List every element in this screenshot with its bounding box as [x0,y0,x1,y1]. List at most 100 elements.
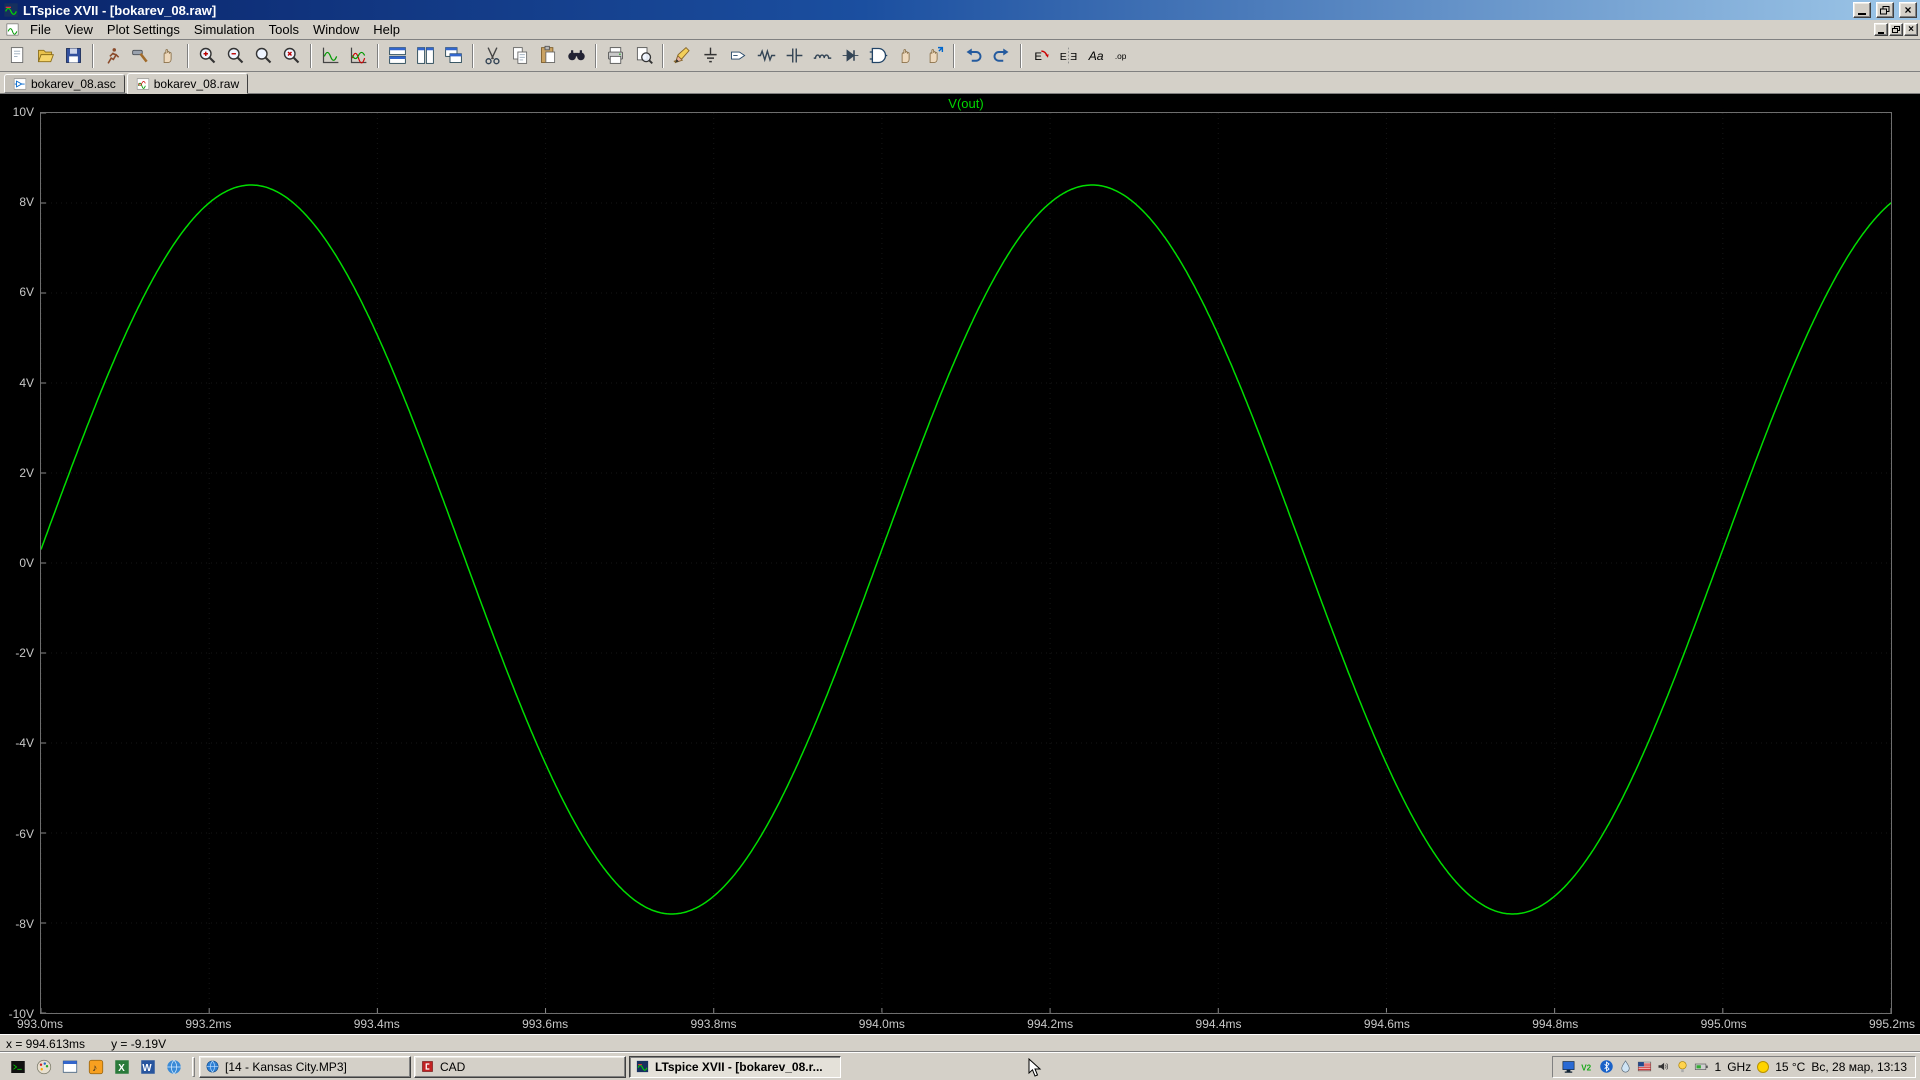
display-icon[interactable] [1561,1059,1576,1074]
restore-button[interactable] [1876,2,1894,18]
battery-icon[interactable] [1694,1059,1709,1074]
zoom-out-button[interactable] [222,43,249,69]
schematic-icon [13,77,27,91]
menu-tools[interactable]: Tools [262,20,306,39]
resistor-button[interactable] [753,43,780,69]
document-system-icon[interactable] [5,22,20,37]
menu-simulation[interactable]: Simulation [187,20,262,39]
mdi-restore-button[interactable] [1889,23,1903,36]
component-button[interactable] [865,43,892,69]
tile-horizontal-button[interactable] [384,43,411,69]
tab-bokarev-08-asc[interactable]: bokarev_08.asc [4,74,125,93]
menu-view[interactable]: View [58,20,100,39]
net-label-button[interactable] [725,43,752,69]
wire-button[interactable] [669,43,696,69]
x-tick-label: 995.2ms [1869,1017,1915,1031]
y-tick-label: 4V [19,376,34,390]
task-button-ltspice-xvii-bokarev-08-r[interactable]: LTspice XVII - [bokarev_08.r... [629,1056,841,1078]
menu-help[interactable]: Help [366,20,407,39]
move-button[interactable] [893,43,920,69]
cursor-y-readout: y = -9.19V [111,1037,166,1051]
redo-button[interactable] [988,43,1015,69]
cpu-frequency-unit: GHz [1727,1060,1751,1074]
task-button-14-kansas-city-mp3[interactable]: [14 - Kansas City.MP3] [199,1056,411,1078]
close-button[interactable]: × [1899,2,1917,18]
print-preview-button[interactable] [630,43,657,69]
zoom-full-button[interactable] [250,43,277,69]
x-tick-label: 994.0ms [859,1017,905,1031]
paint-launcher-button[interactable] [32,1056,56,1078]
svg-text:Aa: Aa [1088,49,1104,63]
trace-label[interactable]: V(out) [948,96,983,111]
copy-button[interactable] [507,43,534,69]
autorange-button[interactable] [317,43,344,69]
toolbar-separator [377,44,379,68]
tab-label: bokarev_08.asc [31,77,116,91]
zoom-extents-button[interactable] [278,43,305,69]
new-schematic-button[interactable] [4,43,31,69]
open-button[interactable] [32,43,59,69]
find-button[interactable] [563,43,590,69]
task-label: LTspice XVII - [bokarev_08.r... [655,1060,823,1074]
cascade-windows-button[interactable] [440,43,467,69]
mirror-button[interactable]: EE [1055,43,1082,69]
menu-file[interactable]: File [23,20,58,39]
ltspice-app-icon[interactable] [3,2,19,18]
excel-launcher-button[interactable]: X [110,1056,134,1078]
taskbar-handle[interactable] [192,1057,195,1077]
weather-icon[interactable] [1757,1061,1769,1073]
inductor-button[interactable] [809,43,836,69]
v2-icon[interactable]: V2 [1580,1059,1595,1074]
cut-button[interactable] [479,43,506,69]
svg-text:E: E [1060,51,1067,63]
waveform-icon [136,77,150,91]
clock[interactable]: Вс, 28 мар, 13:13 [1811,1060,1907,1074]
y-tick-label: 8V [19,195,34,209]
drop-icon[interactable] [1618,1059,1633,1074]
zoom-in-button[interactable] [194,43,221,69]
rotate-button[interactable]: E [1027,43,1054,69]
menu-window[interactable]: Window [306,20,366,39]
menu-plot-settings[interactable]: Plot Settings [100,20,187,39]
run-button[interactable] [99,43,126,69]
ground-button[interactable] [697,43,724,69]
mdi-minimize-button[interactable] [1874,23,1888,36]
task-button-cad[interactable]: CAD [414,1056,626,1078]
text-tool-button[interactable]: Aa [1083,43,1110,69]
lamp-icon[interactable] [1675,1059,1690,1074]
browser-launcher-button[interactable] [162,1056,186,1078]
print-button[interactable] [602,43,629,69]
waveform-trace [41,185,1891,914]
plot-settings-button[interactable] [345,43,372,69]
word-launcher-button[interactable]: W [136,1056,160,1078]
svg-text:E: E [1034,51,1042,63]
x-tick-label: 993.2ms [185,1017,231,1031]
spice-directive-button[interactable]: .op [1111,43,1138,69]
plot-canvas[interactable] [40,112,1892,1014]
tab-bokarev-08-raw[interactable]: bokarev_08.raw [127,73,248,94]
undo-button[interactable] [960,43,987,69]
capacitor-button[interactable] [781,43,808,69]
tile-vertical-button[interactable] [412,43,439,69]
drag-icon [924,45,945,66]
control-panel-button[interactable] [127,43,154,69]
x-tick-label: 993.6ms [522,1017,568,1031]
minimize-button[interactable] [1853,2,1871,18]
window-launcher-button[interactable] [58,1056,82,1078]
plot-pane: V(out) 10V8V6V4V2V0V-2V-4V-6V-8V-10V 993… [0,94,1920,1034]
us-flag-icon[interactable] [1637,1059,1652,1074]
mdi-close-button[interactable]: × [1904,23,1918,36]
y-tick-label: 2V [19,466,34,480]
drag-button[interactable] [921,43,948,69]
volume-icon[interactable] [1656,1059,1671,1074]
save-button[interactable] [60,43,87,69]
halt-button[interactable] [155,43,182,69]
console-launcher-button[interactable] [6,1056,30,1078]
x-tick-label: 994.4ms [1196,1017,1242,1031]
media-launcher-button[interactable]: ♪ [84,1056,108,1078]
diode-button[interactable] [837,43,864,69]
bluetooth-icon[interactable] [1599,1059,1614,1074]
save-icon [63,45,84,66]
paste-button[interactable] [535,43,562,69]
toolbar-separator [953,44,955,68]
